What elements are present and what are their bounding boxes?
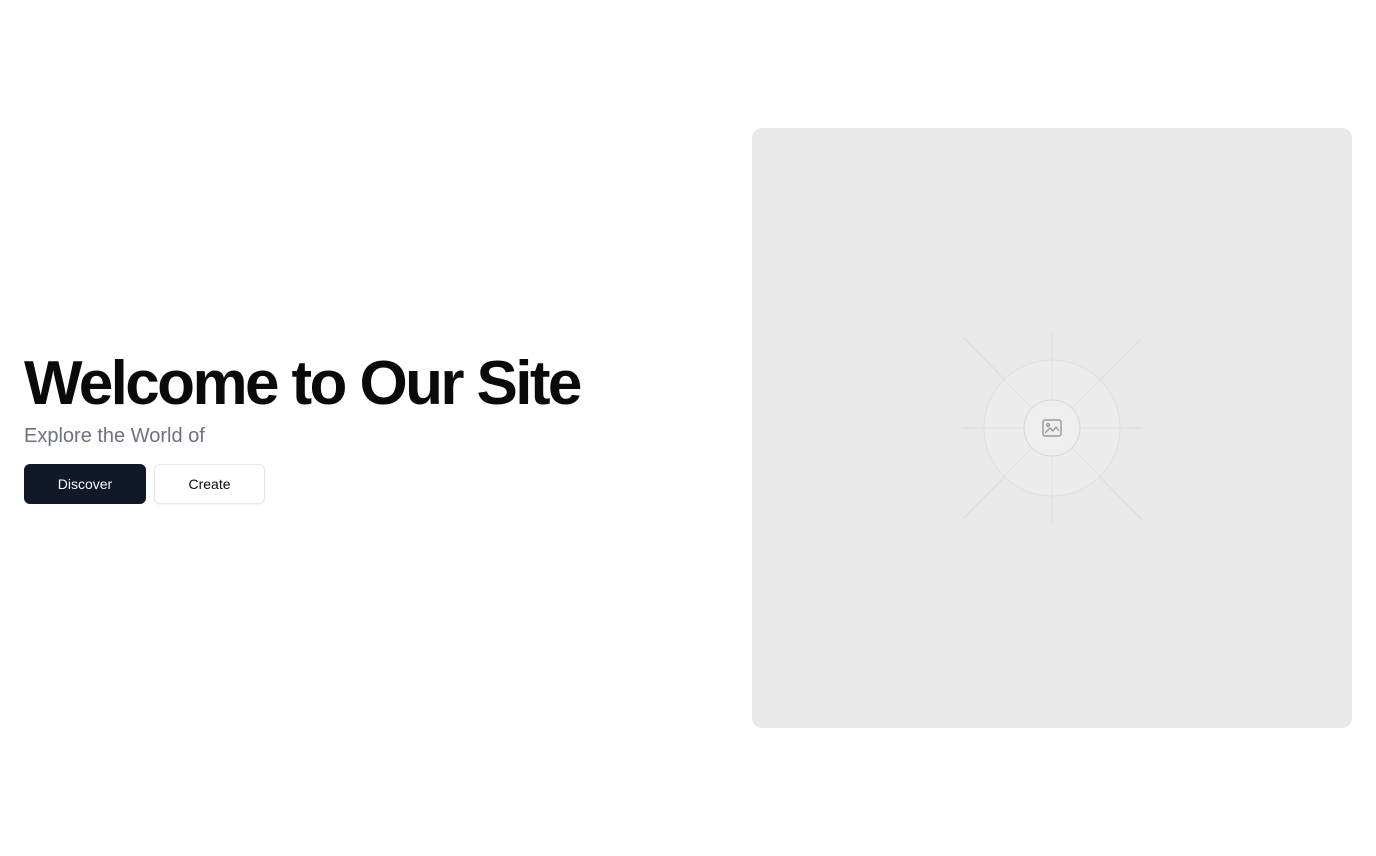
hero-content: Welcome to Our Site Explore the World of…: [24, 350, 704, 504]
hero-subtitle: Explore the World of: [24, 425, 205, 447]
hero-actions: Discover Create: [24, 464, 704, 504]
discover-button[interactable]: Discover: [24, 464, 146, 504]
image-placeholder-graphic: [962, 333, 1143, 523]
hero-image-placeholder: [752, 128, 1352, 728]
hero-title: Welcome to Our Site: [24, 349, 582, 418]
placeholder-inner-circle: [1023, 399, 1081, 457]
create-button[interactable]: Create: [154, 464, 265, 504]
page: Welcome to Our Site Explore the World of…: [0, 0, 1376, 856]
